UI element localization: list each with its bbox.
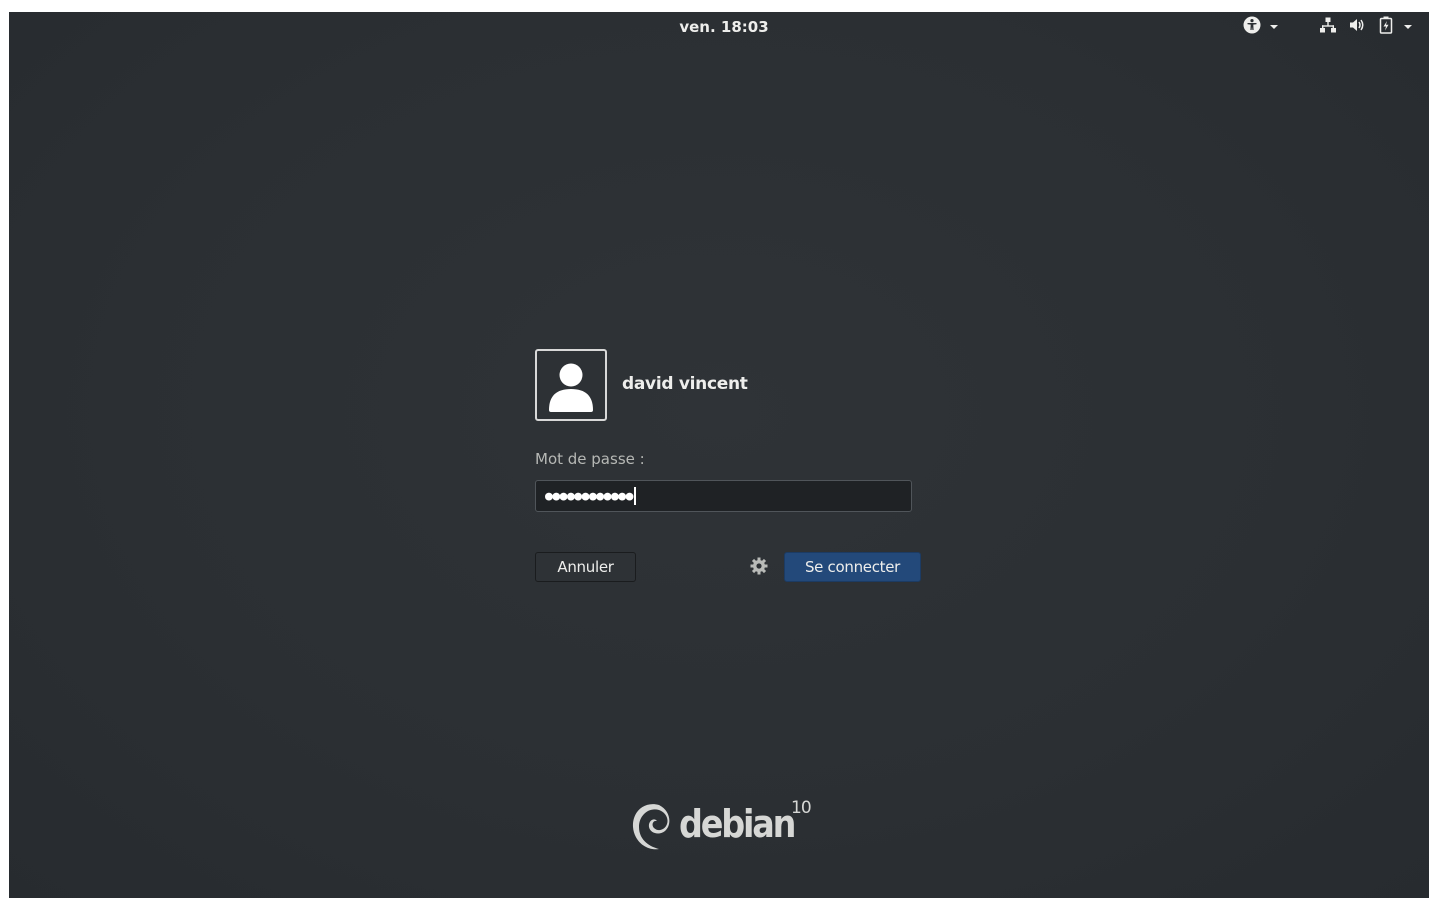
debian-version: 10 — [791, 798, 812, 818]
password-input[interactable]: ●●●●●●●●●●●● — [535, 480, 912, 512]
user-avatar-icon — [549, 363, 593, 412]
avatar — [535, 349, 607, 421]
network-wired-icon — [1319, 16, 1337, 38]
login-screen: ven. 18:03 david vincent Mot de passe: … — [9, 12, 1429, 898]
password-mask: ●●●●●●●●●●●● — [545, 488, 633, 504]
cancel-button[interactable]: Annuler — [535, 552, 636, 582]
top-bar: ven. 18:03 — [9, 12, 1429, 42]
chevron-down-icon — [1404, 25, 1412, 29]
battery-charging-icon — [1379, 16, 1393, 38]
debian-wordmark: debian — [679, 802, 796, 846]
password-label: Mot de passe : — [535, 450, 645, 468]
debian-swirl-icon — [632, 804, 670, 850]
accessibility-menu[interactable] — [1243, 16, 1278, 38]
username-label: david vincent — [622, 374, 748, 394]
text-cursor — [633, 487, 636, 505]
system-menu[interactable] — [1319, 16, 1412, 38]
gear-icon — [750, 557, 768, 575]
chevron-down-icon — [1270, 25, 1278, 29]
accessibility-icon — [1243, 16, 1261, 38]
session-menu-button[interactable] — [749, 556, 769, 576]
debian-logo: debian 10 — [629, 794, 829, 858]
volume-icon — [1348, 16, 1366, 38]
clock[interactable]: ven. 18:03 — [9, 18, 1429, 36]
sign-in-button[interactable]: Se connecter — [784, 552, 921, 582]
